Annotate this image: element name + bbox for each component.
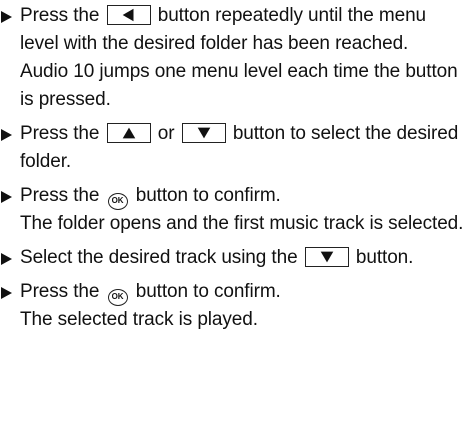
step-2: Press the or button to select the desire… [0,120,464,176]
down-arrow-key-icon [304,247,349,267]
left-arrow-key-icon [106,5,151,25]
bullet-triangle-icon [1,129,12,141]
step-3-before: Press the [20,185,100,206]
bullet-triangle-icon [1,253,12,265]
step-4-before: Select the desired track using the [20,247,298,268]
step-1: Press the button repeatedly until the me… [0,2,464,114]
step-4-after: button. [355,247,414,268]
step-5-before: Press the [20,281,100,302]
step-5-after: button to confirm. [135,281,281,302]
step-3-result: The folder opens and the first music tra… [20,213,464,234]
bullet-triangle-icon [1,11,12,23]
step-5: Press the OK button to confirm. The sele… [0,278,464,334]
instruction-page: Press the button repeatedly until the me… [0,0,464,437]
step-1-before: Press the [20,5,100,26]
ok-key-icon: OK [107,193,128,210]
bullet-triangle-icon [1,191,12,203]
ok-key-icon: OK [107,289,128,306]
step-3: Press the OK button to confirm. The fold… [0,182,464,238]
instruction-steps: Press the button repeatedly until the me… [0,0,464,334]
step-1-result: Audio 10 jumps one menu level each time … [20,61,458,110]
down-arrow-key-icon [181,123,226,143]
up-arrow-key-icon [106,123,151,143]
step-2-middle: or [157,123,175,144]
bullet-triangle-icon [1,287,12,299]
step-3-after: button to confirm. [135,185,281,206]
step-2-before: Press the [20,123,100,144]
step-5-result: The selected track is played. [20,309,258,330]
step-4: Select the desired track using the butto… [0,244,464,272]
